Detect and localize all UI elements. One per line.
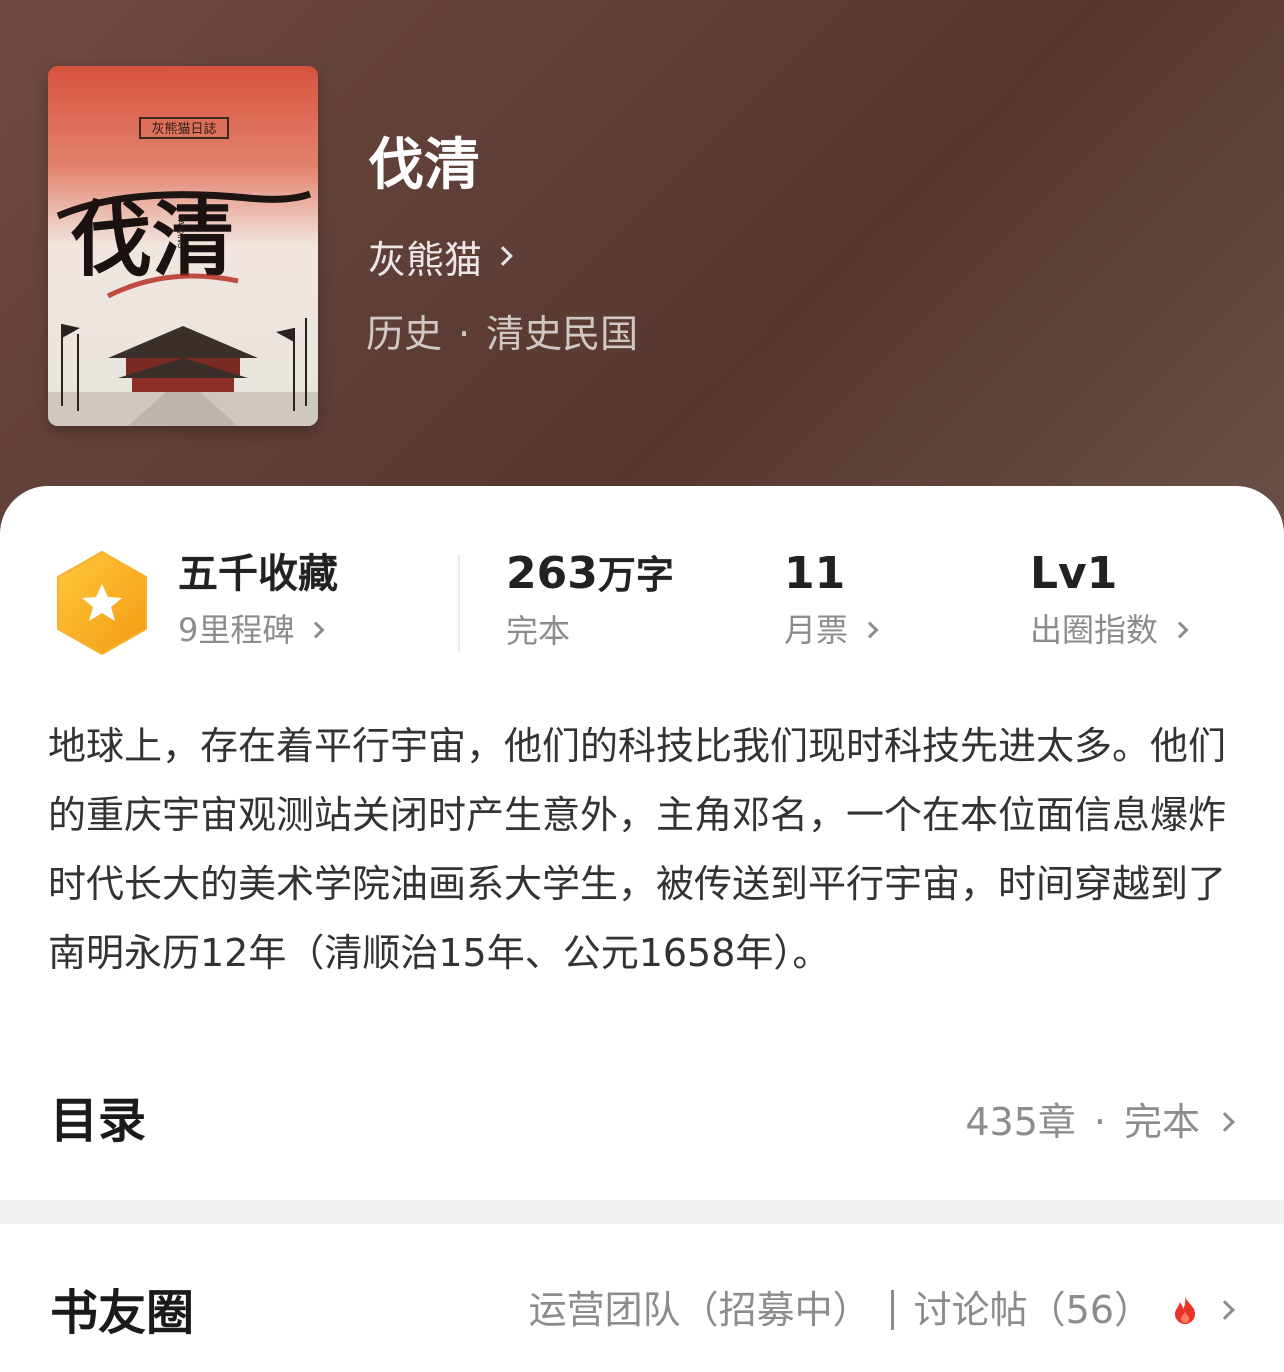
vertical-divider — [890, 1290, 894, 1330]
monthly-ticket-label: 月票 — [784, 611, 849, 649]
chevron-right-icon — [1171, 621, 1189, 639]
genre-separator: · — [458, 312, 471, 356]
toc-status: 完本 — [1123, 1100, 1200, 1144]
toc-row[interactable]: 目录 435章 · 完本 — [0, 1086, 1284, 1156]
cover-art: 灰熊猫日誌 伐清 FA QING — [48, 66, 318, 426]
section-divider — [0, 1200, 1284, 1224]
chevron-right-icon — [1215, 1112, 1235, 1132]
book-cover[interactable]: 灰熊猫日誌 伐清 FA QING — [48, 66, 318, 426]
collect-stat[interactable]: 五千收藏 9里程碑 — [178, 546, 338, 650]
influence-label: 出圈指数 — [1030, 611, 1159, 649]
completion-status: 完本 — [506, 612, 571, 650]
chevron-right-icon — [307, 621, 325, 639]
monthly-ticket-count: 11 — [784, 548, 846, 599]
fire-icon — [1175, 1296, 1195, 1324]
community-info: 运营团队（招募中） 讨论帖（56） — [529, 1288, 1235, 1332]
toc-info: 435章 · 完本 — [965, 1100, 1235, 1144]
milestone-label: 9里程碑 — [178, 611, 295, 649]
subgenre-label[interactable]: 清史民国 — [486, 312, 638, 356]
community-section[interactable]: 书友圈 运营团队（招募中） 讨论帖（56） — [0, 1224, 1284, 1372]
book-synopsis[interactable]: 地球上，存在着平行宇宙，他们的科技比我们现时科技先进太多。他们的重庆宇宙观测站关… — [48, 712, 1228, 988]
book-info-card: 五千收藏 9里程碑 263万字 完本 11 月票 Lv1 出圈指数 地球上，存在… — [0, 486, 1284, 1200]
book-title: 伐清 — [368, 133, 480, 198]
community-title: 书友圈 — [50, 1285, 195, 1341]
genre-row: 历史 · 清史民国 — [366, 312, 638, 356]
influence-level: Lv1 — [1030, 548, 1118, 599]
chapter-count: 435章 — [965, 1100, 1076, 1144]
cover-series-tag: 灰熊猫日誌 — [151, 121, 216, 137]
author-link[interactable]: 灰熊猫 — [368, 234, 513, 282]
word-count-stat: 263万字 完本 — [506, 546, 674, 651]
influence-stat[interactable]: Lv1 出圈指数 — [1030, 546, 1189, 650]
chevron-right-icon — [493, 246, 513, 266]
toc-separator: · — [1093, 1100, 1106, 1144]
discussion-posts-link[interactable]: 讨论帖（56） — [914, 1288, 1152, 1332]
chevron-right-icon — [1215, 1300, 1235, 1320]
genre-label[interactable]: 历史 — [366, 312, 442, 356]
word-count-number: 263 — [506, 548, 598, 599]
collect-count: 五千收藏 — [178, 551, 338, 597]
ops-team-link[interactable]: 运营团队（招募中） — [529, 1288, 871, 1332]
stats-divider — [458, 554, 460, 652]
author-name: 灰熊猫 — [368, 237, 483, 282]
toc-title: 目录 — [50, 1093, 147, 1149]
word-count-unit: 万字 — [597, 553, 674, 597]
cover-pinyin: FA QING — [176, 216, 185, 249]
monthly-ticket-stat[interactable]: 11 月票 — [784, 546, 879, 650]
chevron-right-icon — [861, 621, 879, 639]
stats-row: 五千收藏 9里程碑 263万字 完本 11 月票 Lv1 出圈指数 — [0, 536, 1284, 666]
star-hexagon-icon — [57, 551, 147, 655]
book-header: 灰熊猫日誌 伐清 FA QING 伐清 灰熊猫 历史 · 清史民国 — [0, 0, 1284, 560]
cover-calligraphy: 伐清 — [70, 192, 234, 288]
